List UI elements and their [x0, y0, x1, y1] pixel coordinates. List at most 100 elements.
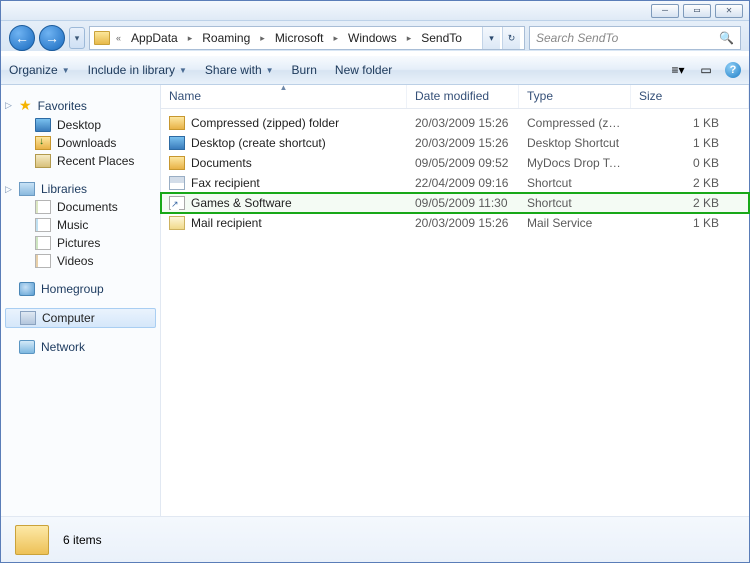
file-row[interactable]: Desktop (create shortcut) 20/03/2009 15:2… — [161, 133, 749, 153]
file-name: Fax recipient — [191, 176, 260, 190]
file-date: 20/03/2009 15:26 — [407, 136, 519, 150]
nav-recent-places[interactable]: Recent Places — [1, 152, 160, 170]
help-button[interactable]: ? — [725, 62, 741, 78]
nav-videos[interactable]: Videos — [1, 252, 160, 270]
documents-icon — [35, 200, 51, 214]
file-name: Mail recipient — [191, 216, 262, 230]
file-name: Compressed (zipped) folder — [191, 116, 339, 130]
desktop-icon — [35, 118, 51, 132]
file-date: 20/03/2009 15:26 — [407, 116, 519, 130]
item-count: 6 items — [63, 533, 102, 547]
column-headers: ▲Name Date modified Type Size — [161, 85, 749, 109]
network-header[interactable]: Network — [1, 338, 160, 356]
history-dropdown[interactable]: ▾ — [69, 27, 85, 49]
file-size: 1 KB — [631, 136, 749, 150]
preview-pane-button[interactable]: ▭ — [697, 61, 715, 79]
breadcrumb-microsoft[interactable]: Microsoft — [271, 29, 328, 47]
network-icon — [19, 340, 35, 354]
refresh-button[interactable]: ↻ — [502, 27, 520, 49]
file-icon — [169, 136, 185, 150]
close-button[interactable]: ✕ — [715, 4, 743, 18]
search-icon: 🔍 — [719, 31, 734, 45]
star-icon: ★ — [19, 97, 32, 114]
col-date[interactable]: Date modified — [407, 85, 519, 108]
file-name: Games & Software — [191, 196, 292, 210]
libraries-icon — [19, 182, 35, 196]
breadcrumb-sep[interactable]: ▸ — [256, 31, 269, 46]
details-pane: 6 items — [1, 516, 749, 562]
file-size: 2 KB — [631, 196, 749, 210]
file-row[interactable]: Mail recipient 20/03/2009 15:26Mail Servi… — [161, 213, 749, 233]
homegroup-header[interactable]: Homegroup — [1, 280, 160, 298]
nav-pictures[interactable]: Pictures — [1, 234, 160, 252]
folder-icon — [94, 31, 110, 45]
file-date: 22/04/2009 09:16 — [407, 176, 519, 190]
nav-computer[interactable]: Computer — [5, 308, 156, 328]
file-name: Documents — [191, 156, 252, 170]
burn-button[interactable]: Burn — [292, 63, 317, 77]
nav-music[interactable]: Music — [1, 216, 160, 234]
new-folder-button[interactable]: New folder — [335, 63, 392, 77]
breadcrumb-sendto[interactable]: SendTo — [417, 29, 466, 47]
breadcrumb-sep[interactable]: ▸ — [330, 31, 343, 46]
folder-icon — [15, 525, 49, 555]
breadcrumb-windows[interactable]: Windows — [344, 29, 401, 47]
body: ▷★Favorites Desktop Downloads Recent Pla… — [1, 85, 749, 516]
downloads-icon — [35, 136, 51, 150]
file-icon — [169, 216, 185, 230]
file-icon — [169, 156, 185, 170]
search-placeholder: Search SendTo — [536, 31, 618, 45]
file-type: Mail Service — [519, 216, 631, 230]
file-date: 20/03/2009 15:26 — [407, 216, 519, 230]
minimize-button[interactable]: — — [651, 4, 679, 18]
back-button[interactable]: ← — [9, 25, 35, 51]
music-icon — [35, 218, 51, 232]
command-bar: Organize▼ Include in library▼ Share with… — [1, 55, 749, 85]
col-size[interactable]: Size — [631, 85, 749, 108]
nav-downloads[interactable]: Downloads — [1, 134, 160, 152]
file-row[interactable]: Fax recipient 22/04/2009 09:16Shortcut2 K… — [161, 173, 749, 193]
maximize-button[interactable]: ▭ — [683, 4, 711, 18]
file-row[interactable]: Games & Software09/05/2009 11:30Shortcut… — [161, 193, 749, 213]
file-type: Desktop Shortcut — [519, 136, 631, 150]
file-size: 2 KB — [631, 176, 749, 190]
file-row[interactable]: Compressed (zipped) folder 20/03/2009 15:… — [161, 113, 749, 133]
file-icon — [169, 196, 185, 210]
breadcrumb-sep[interactable]: ▸ — [184, 31, 197, 46]
search-input[interactable]: Search SendTo 🔍 — [529, 26, 741, 50]
breadcrumb-sep[interactable]: ▸ — [403, 31, 416, 46]
breadcrumb-roaming[interactable]: Roaming — [198, 29, 254, 47]
computer-icon — [20, 311, 36, 325]
sort-asc-icon: ▲ — [280, 83, 288, 92]
file-size: 0 KB — [631, 156, 749, 170]
file-rows: Compressed (zipped) folder 20/03/2009 15:… — [161, 109, 749, 516]
titlebar: — ▭ ✕ — [1, 1, 749, 21]
nav-row: ← → ▾ « AppData ▸ Roaming ▸ Microsoft ▸ … — [1, 21, 749, 55]
file-name: Desktop (create shortcut) — [191, 136, 326, 150]
address-bar[interactable]: « AppData ▸ Roaming ▸ Microsoft ▸ Window… — [89, 26, 525, 50]
file-type: Shortcut — [519, 176, 631, 190]
file-size: 1 KB — [631, 216, 749, 230]
file-size: 1 KB — [631, 116, 749, 130]
address-dropdown[interactable]: ▾ — [482, 27, 500, 49]
nav-desktop[interactable]: Desktop — [1, 116, 160, 134]
nav-documents[interactable]: Documents — [1, 198, 160, 216]
file-row[interactable]: Documents 09/05/2009 09:52MyDocs Drop Tar… — [161, 153, 749, 173]
forward-button[interactable]: → — [39, 25, 65, 51]
file-type: MyDocs Drop Target — [519, 156, 631, 170]
favorites-header[interactable]: ▷★Favorites — [1, 95, 160, 116]
navigation-pane: ▷★Favorites Desktop Downloads Recent Pla… — [1, 85, 161, 516]
homegroup-icon — [19, 282, 35, 296]
file-icon — [169, 176, 185, 190]
col-type[interactable]: Type — [519, 85, 631, 108]
include-in-library-menu[interactable]: Include in library▼ — [88, 63, 187, 77]
file-date: 09/05/2009 09:52 — [407, 156, 519, 170]
breadcrumb-overflow[interactable]: « — [112, 31, 125, 45]
organize-menu[interactable]: Organize▼ — [9, 63, 70, 77]
file-type: Shortcut — [519, 196, 631, 210]
col-name[interactable]: ▲Name — [161, 85, 407, 108]
breadcrumb-appdata[interactable]: AppData — [127, 29, 182, 47]
view-mode-button[interactable]: ≡ ▾ — [669, 61, 687, 79]
share-with-menu[interactable]: Share with▼ — [205, 63, 274, 77]
libraries-header[interactable]: ▷Libraries — [1, 180, 160, 198]
